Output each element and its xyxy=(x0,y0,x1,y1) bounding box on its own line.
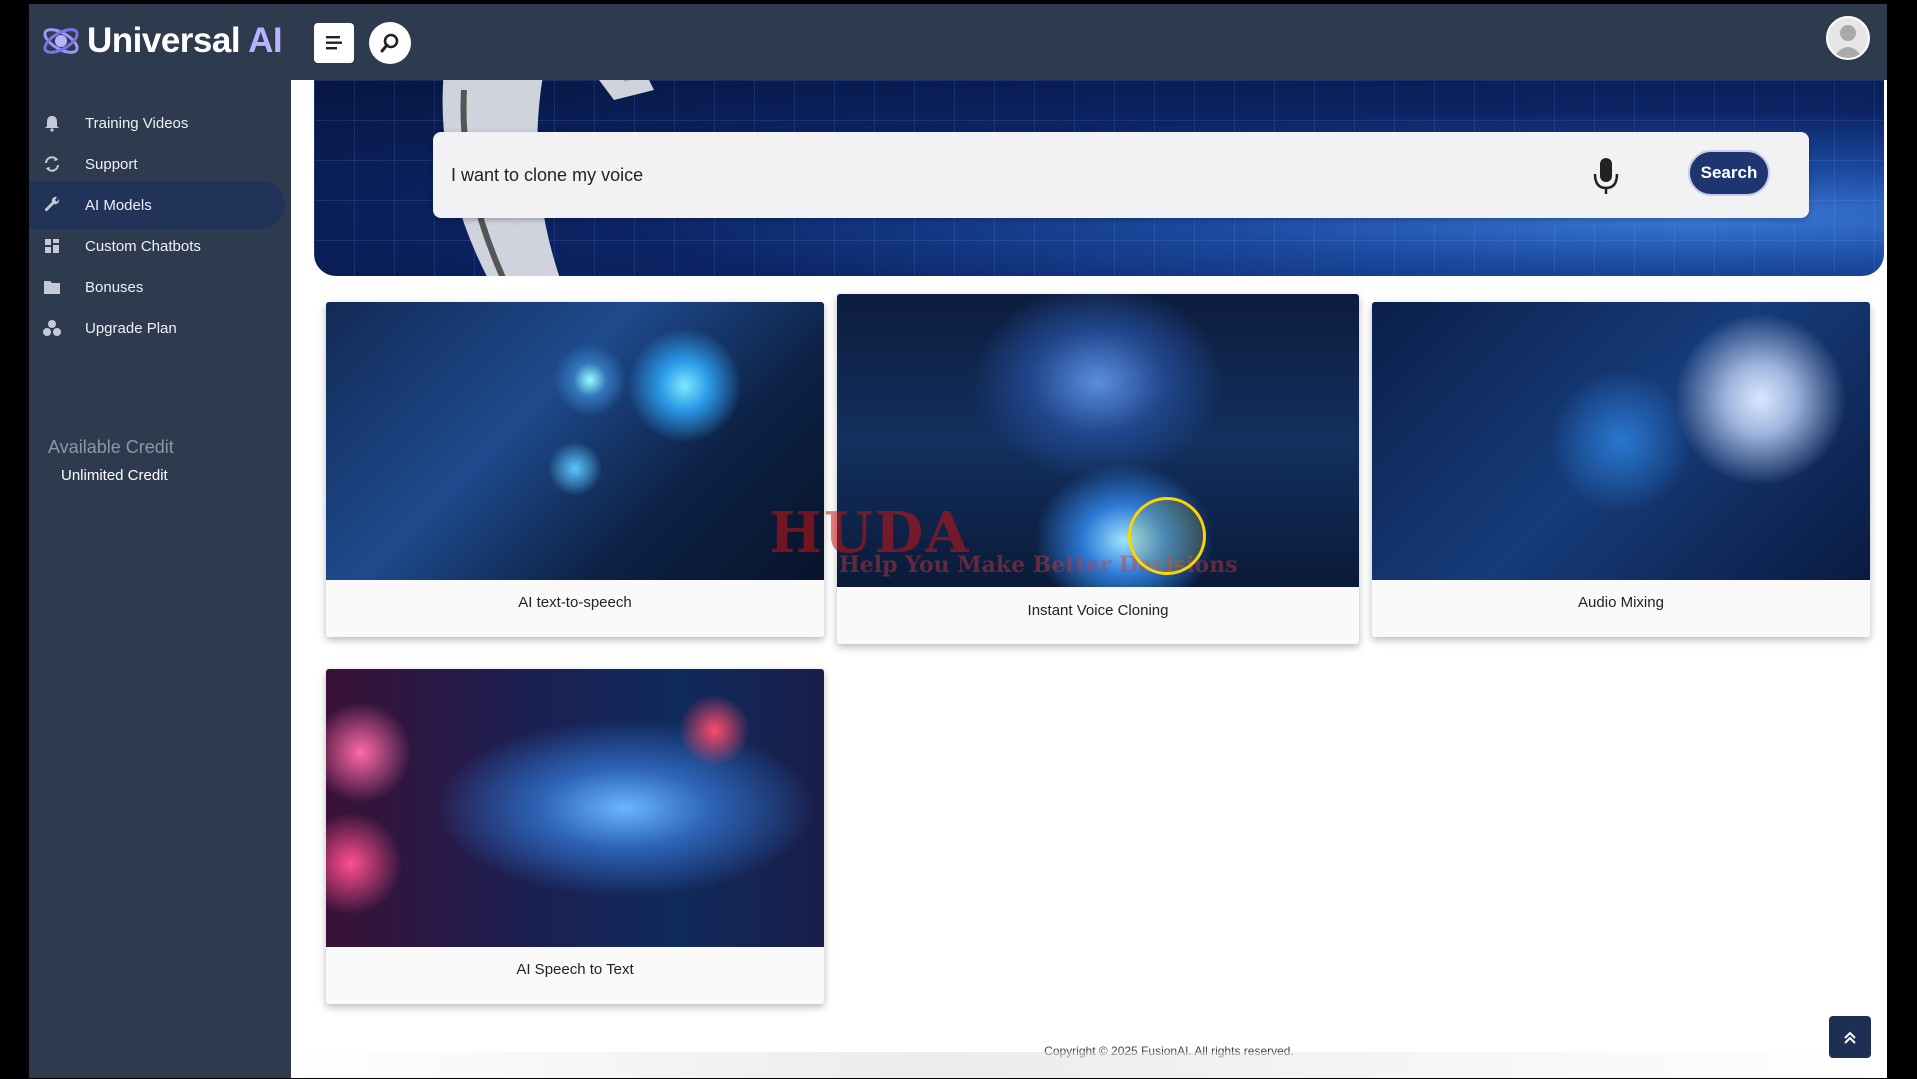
boxes-icon xyxy=(41,317,63,339)
user-avatar-icon xyxy=(1833,25,1863,58)
card-image xyxy=(1372,302,1870,580)
top-search-button[interactable] xyxy=(369,22,411,64)
available-credit-value: Unlimited Credit xyxy=(61,467,168,484)
bell-icon xyxy=(41,112,63,134)
sidebar: Training Videos Support AI Models Custom… xyxy=(29,80,291,1078)
refresh-icon xyxy=(41,153,63,175)
brand-name: Universal xyxy=(87,21,241,60)
model-card-audio-mixing[interactable]: Audio Mixing xyxy=(1372,302,1870,637)
logo-icon xyxy=(39,19,83,63)
footer-copyright: Copyright © 2025 FusionAI. All rights re… xyxy=(1044,1044,1294,1058)
sidebar-item-label: AI Models xyxy=(85,196,152,214)
sidebar-item-label: Upgrade Plan xyxy=(85,319,177,337)
scroll-to-top-button[interactable] xyxy=(1829,1016,1871,1058)
card-label: AI Speech to Text xyxy=(516,961,634,978)
hero-search-bar: Search xyxy=(433,132,1809,218)
grid-icon xyxy=(41,235,63,257)
sidebar-item-label: Bonuses xyxy=(85,278,144,296)
prompt-search-input[interactable] xyxy=(433,132,1593,218)
double-chevron-up-icon xyxy=(1844,1031,1856,1044)
card-label: Instant Voice Cloning xyxy=(1027,602,1169,619)
wrench-icon xyxy=(41,194,63,216)
model-card-ai-text-to-speech[interactable]: AI text-to-speech xyxy=(326,302,824,637)
top-bar: Universal AI xyxy=(29,4,1887,80)
available-credit-title: Available Credit xyxy=(48,437,174,457)
sidebar-item-label: Training Videos xyxy=(85,114,189,132)
model-card-instant-voice-cloning[interactable]: Instant Voice Cloning xyxy=(837,294,1359,644)
user-avatar[interactable] xyxy=(1826,16,1870,60)
brand-suffix: AI xyxy=(248,21,283,60)
sidebar-item-label: Support xyxy=(85,155,138,173)
card-image xyxy=(837,294,1359,587)
card-label: Audio Mixing xyxy=(1578,594,1664,611)
card-label: AI text-to-speech xyxy=(518,594,632,611)
sidebar-item-label: Custom Chatbots xyxy=(85,237,201,255)
microphone-icon[interactable] xyxy=(1591,156,1621,196)
search-button[interactable]: Search xyxy=(1688,150,1770,196)
brand-logo[interactable]: Universal AI xyxy=(39,16,283,66)
folder-icon xyxy=(41,276,63,298)
app-window: Universal AI Training Videos Support AI … xyxy=(29,4,1887,1078)
menu-lines-icon xyxy=(326,36,342,50)
menu-toggle-button[interactable] xyxy=(314,23,354,63)
card-image xyxy=(326,302,824,580)
card-image xyxy=(326,669,824,947)
search-icon xyxy=(380,33,399,53)
model-card-ai-speech-to-text[interactable]: AI Speech to Text xyxy=(326,669,824,1004)
sidebar-item-upgrade-plan[interactable]: Upgrade Plan xyxy=(29,304,285,352)
